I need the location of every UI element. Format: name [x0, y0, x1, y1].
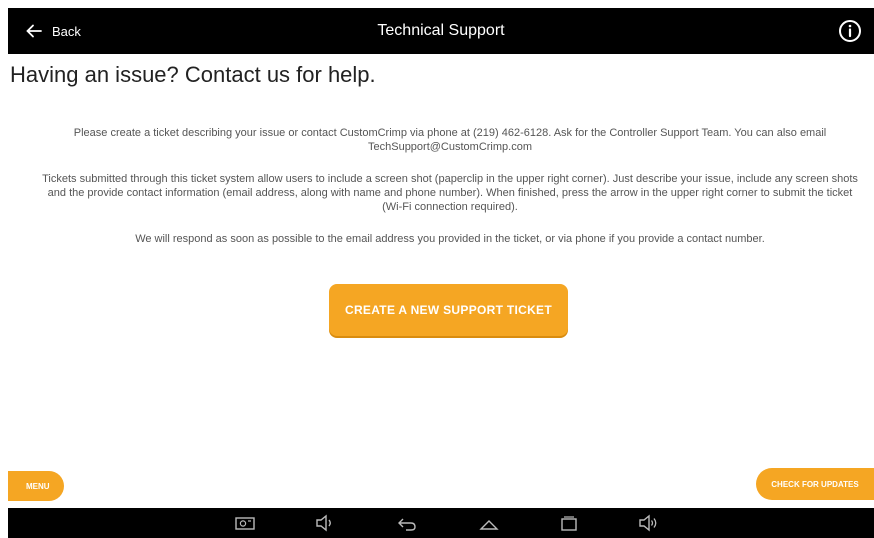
system-navigation-bar [8, 508, 874, 538]
recents-icon[interactable] [558, 513, 580, 533]
screen-left-edge [0, 0, 8, 538]
page-heading: Having an issue? Contact us for help. [10, 62, 376, 87]
app-screen: Back Technical Support Having an issue? … [8, 0, 874, 538]
volume-up-icon[interactable] [638, 513, 660, 533]
ticket-info-paragraph: Tickets submitted through this ticket sy… [42, 173, 858, 213]
intro-paragraph: Please create a ticket describing your i… [73, 127, 827, 153]
check-for-updates-button[interactable]: CHECK FOR UPDATES [756, 468, 874, 500]
home-icon[interactable] [478, 513, 500, 533]
screenshot-icon[interactable] [234, 513, 256, 533]
back-icon[interactable] [396, 513, 418, 533]
top-app-bar: Back Technical Support [8, 8, 874, 54]
info-icon[interactable] [838, 19, 862, 43]
volume-down-icon[interactable] [314, 513, 336, 533]
create-ticket-button[interactable]: CREATE A NEW SUPPORT TICKET [329, 284, 568, 336]
menu-button[interactable]: MENU [8, 471, 64, 501]
response-paragraph: We will respond as soon as possible to t… [135, 233, 765, 245]
page-title: Technical Support [377, 22, 505, 39]
